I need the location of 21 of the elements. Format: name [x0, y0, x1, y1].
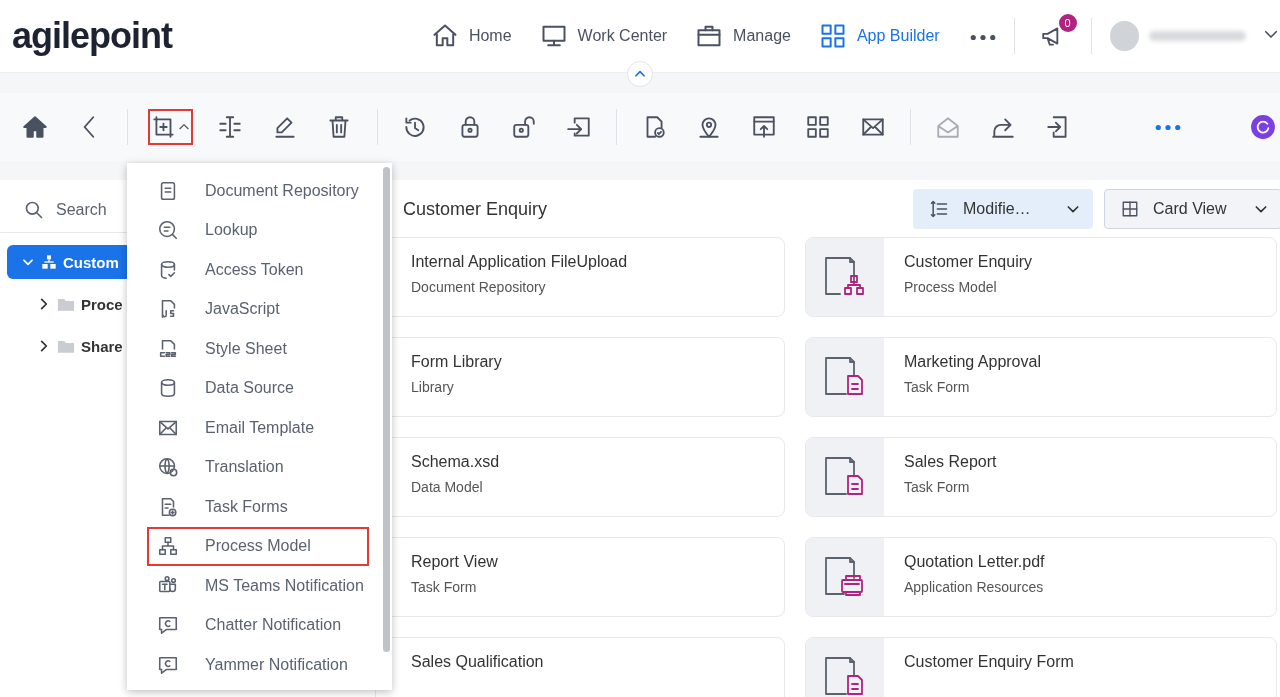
card-subtitle: Task Form [411, 579, 478, 595]
card-title: Quotation Letter.pdf [904, 553, 1045, 571]
card-subtitle: Library [411, 379, 455, 395]
card-title: Report View [411, 553, 498, 571]
card-subtitle: Document Repository [411, 279, 547, 295]
card-title: Internal Application FileUpload [411, 253, 628, 271]
breadcrumb: Customer Enquiry [403, 198, 549, 220]
card-subtitle: Application Resources [904, 579, 1045, 595]
card-title: Sales Report [904, 453, 997, 471]
card-subtitle: Data Model [411, 479, 484, 495]
card-title: Marketing Approval [904, 353, 1041, 371]
notification-count: 0 [1058, 14, 1077, 32]
card-subtitle: Task Form [904, 379, 971, 395]
card-title: Form Library [411, 353, 502, 371]
logo: agilepoint [12, 15, 174, 57]
card-title: Sales Qualification [411, 653, 544, 671]
card-subtitle: Process Model [904, 279, 998, 295]
card-title: Customer Enquiry Form [904, 653, 1074, 671]
card-title: Schema.xsd [411, 453, 500, 471]
card-title: Customer Enquiry [904, 253, 1033, 271]
card-subtitle: Task Form [904, 479, 971, 495]
